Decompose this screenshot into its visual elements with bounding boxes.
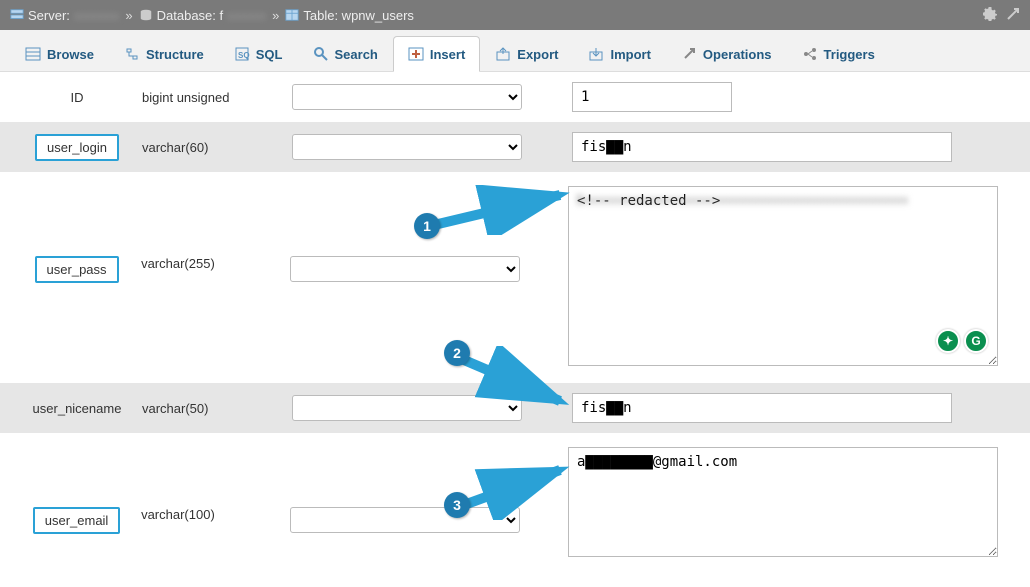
triggers-icon [802,46,818,62]
import-icon [588,46,604,62]
breadcrumb: Server: xxxxxxx » Database: f xxxxxx » T… [0,0,1030,30]
field-label-user-email: user_email [33,507,121,534]
breadcrumb-database-label[interactable]: Database: f [157,8,224,23]
function-select-user-email[interactable] [290,507,520,533]
grammarly-widget: ✦ G [936,329,988,353]
field-type-id: bigint unsigned [142,90,292,105]
structure-icon [124,46,140,62]
export-icon [495,46,511,62]
value-input-user-nicename[interactable] [572,393,952,423]
tab-import[interactable]: Import [573,36,665,71]
value-textarea-user-pass[interactable]: <!-- redacted --> [568,186,998,366]
gear-icon[interactable] [982,6,998,22]
tab-triggers-label: Triggers [824,47,875,62]
breadcrumb-separator: » [272,8,279,23]
row-user-nicename: user_nicename varchar(50) [0,383,1030,433]
table-icon [285,8,299,22]
function-select-user-login[interactable] [292,134,522,160]
grammarly-icon[interactable]: ✦ [936,329,960,353]
field-type-user-email: varchar(100) [141,447,290,522]
row-id: ID bigint unsigned [0,72,1030,122]
grammarly-icon[interactable]: G [964,329,988,353]
tab-search[interactable]: Search [298,36,393,71]
breadcrumb-server-value: xxxxxxx [74,8,120,23]
field-label-user-nicename: user_nicename [33,401,122,416]
field-label-id: ID [71,90,84,105]
tab-export-label: Export [517,47,558,62]
function-select-id[interactable] [292,84,522,110]
insert-form: ID bigint unsigned user_login varchar(60… [0,72,1030,574]
sql-icon: SQL [234,46,250,62]
field-type-user-pass: varchar(255) [141,186,290,271]
breadcrumb-table-label[interactable]: Table: wpnw_users [303,8,414,23]
value-textarea-user-email[interactable] [568,447,998,557]
tab-sql[interactable]: SQL SQL [219,36,298,71]
svg-text:SQL: SQL [238,51,250,60]
tab-insert-label: Insert [430,47,465,62]
tab-insert[interactable]: Insert [393,36,480,72]
tab-sql-label: SQL [256,47,283,62]
browse-icon [25,46,41,62]
search-icon [313,46,329,62]
value-input-id[interactable] [572,82,732,112]
insert-icon [408,46,424,62]
tab-structure-label: Structure [146,47,204,62]
value-input-user-login[interactable] [572,132,952,162]
database-icon [139,8,153,22]
field-label-user-pass: user_pass [35,256,119,283]
tab-search-label: Search [335,47,378,62]
exit-icon[interactable] [1006,7,1020,21]
field-type-user-login: varchar(60) [142,140,292,155]
field-label-user-login: user_login [35,134,119,161]
row-user-login: user_login varchar(60) [0,122,1030,172]
tab-operations-label: Operations [703,47,772,62]
breadcrumb-server-label: Server: [28,8,70,23]
breadcrumb-database-value: xxxxxx [227,8,266,23]
tab-operations[interactable]: Operations [666,36,787,71]
tab-bar: Browse Structure SQL SQL Search Insert E… [0,30,1030,72]
redacted-hash: $xxxxxxxxxxxxxxxxxxxxxxxxxxxxxxxxxxxxxxx… [576,192,983,207]
function-select-user-nicename[interactable] [292,395,522,421]
tab-browse[interactable]: Browse [10,36,109,71]
server-icon [10,8,24,22]
tab-export[interactable]: Export [480,36,573,71]
tab-triggers[interactable]: Triggers [787,36,890,71]
function-select-user-pass[interactable] [290,256,520,282]
row-user-pass: user_pass varchar(255) <!-- redacted -->… [0,172,1030,383]
operations-icon [681,46,697,62]
tab-structure[interactable]: Structure [109,36,219,71]
tab-browse-label: Browse [47,47,94,62]
tab-import-label: Import [610,47,650,62]
breadcrumb-separator: » [125,8,132,23]
row-user-email: user_email varchar(100) [0,433,1030,574]
field-type-user-nicename: varchar(50) [142,401,292,416]
